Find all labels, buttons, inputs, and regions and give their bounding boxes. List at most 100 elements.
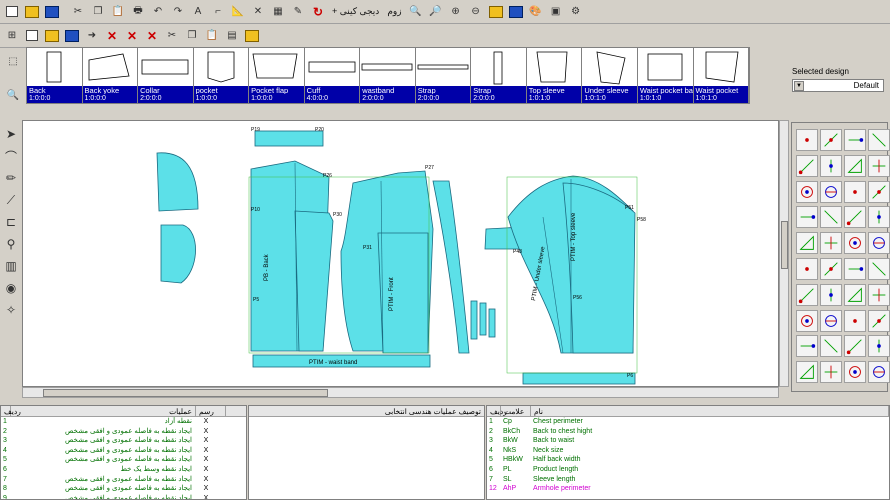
geometry-tool-icon[interactable] [796, 180, 818, 203]
geometry-tool-icon[interactable] [796, 257, 818, 280]
geometry-tool-icon[interactable] [820, 129, 842, 151]
piece-card[interactable]: pocket 1:0:0:0 [193, 48, 250, 103]
zoom-window-icon[interactable]: ⊖ [467, 3, 485, 21]
notch-icon[interactable]: ⊏ [2, 213, 20, 231]
geometry-tool-icon[interactable] [868, 335, 890, 358]
variable-row[interactable]: 5 HBkW Half back width [487, 455, 889, 465]
geometry-tool-icon[interactable] [796, 232, 818, 255]
frame-icon[interactable] [23, 27, 41, 45]
settings-icon[interactable]: ⚙ [567, 3, 585, 21]
delete-icon[interactable]: ✕ [103, 27, 121, 45]
geometry-tool-icon[interactable] [820, 180, 842, 203]
pen-icon[interactable]: ✎ [289, 3, 307, 21]
grid-icon[interactable]: ▦ [269, 3, 287, 21]
piece-card[interactable]: Waist pocket bag 1:0:1:0 [637, 48, 694, 103]
intersect-icon[interactable]: ✕ [249, 3, 267, 21]
geometry-tool-icon[interactable] [868, 180, 890, 203]
geometry-tool-icon[interactable] [844, 129, 866, 151]
scroll-thumb[interactable] [43, 389, 328, 397]
geometry-tool-icon[interactable] [868, 361, 890, 384]
geometry-tool-icon[interactable] [796, 206, 818, 229]
geometry-tool-icon[interactable] [820, 206, 842, 229]
piece-card[interactable]: Top sleeve 1:0:1:0 [526, 48, 583, 103]
save-piece-icon[interactable] [63, 27, 81, 45]
piece-card[interactable]: Strap 2:0:0:0 [471, 48, 527, 103]
geometry-tool-icon[interactable] [868, 129, 890, 151]
clear-icon[interactable]: ✕ [143, 27, 161, 45]
geometry-tool-icon[interactable] [868, 232, 890, 255]
print-icon[interactable]: 🖶 [129, 3, 147, 21]
geometry-tool-icon[interactable] [868, 206, 890, 229]
variable-row[interactable]: 6 PL Product length [487, 465, 889, 475]
knife-icon[interactable]: ⟋ [2, 191, 20, 209]
variable-row[interactable]: 4 NkS Neck size [487, 446, 889, 456]
calc-icon[interactable]: ▤ [223, 27, 241, 45]
curve-icon[interactable]: ⌒ [2, 147, 20, 165]
geometry-tool-icon[interactable] [796, 283, 818, 306]
geometry-tool-icon[interactable] [868, 283, 890, 306]
design-select[interactable]: ▼ Default [792, 79, 884, 92]
geometry-tool-icon[interactable] [844, 232, 866, 255]
horizontal-scrollbar[interactable] [22, 387, 779, 398]
scroll-thumb[interactable] [781, 221, 788, 269]
open-icon[interactable] [43, 27, 61, 45]
copy-piece-icon[interactable]: ❐ [183, 27, 201, 45]
text-icon[interactable]: A [189, 3, 207, 21]
geometry-tool-icon[interactable] [844, 361, 866, 384]
operation-row[interactable]: 9 ایجاد نقطه به فاصله عمودی و افقی مشخص X [1, 494, 246, 499]
operation-row[interactable]: 4 ایجاد نقطه به فاصله عمودی و افقی مشخص X [1, 446, 246, 456]
piece-card[interactable]: Back yoke 1:0:0:0 [82, 48, 139, 103]
geometry-tool-icon[interactable] [820, 309, 842, 332]
geometry-tool-icon[interactable] [796, 335, 818, 358]
paint-icon[interactable]: ◉ [2, 279, 20, 297]
pointer-icon[interactable]: ➤ [2, 125, 20, 143]
piece-card[interactable]: Strap 2:0:0:0 [415, 48, 472, 103]
geometry-tool-icon[interactable] [796, 309, 818, 332]
geometry-tool-icon[interactable] [796, 129, 818, 151]
paste-piece-icon[interactable]: 📋 [203, 27, 221, 45]
drawing-canvas[interactable]: P19 P20 P26 P27 P30 P31 P58 P51 P10 P5 P… [22, 120, 779, 387]
zoom-out-icon[interactable]: 🔎 [427, 3, 445, 21]
geometry-tool-icon[interactable] [844, 309, 866, 332]
arrow-right-icon[interactable]: ➜ [83, 27, 101, 45]
geometry-tool-icon[interactable] [868, 257, 890, 280]
corner-icon[interactable]: ⌐ [209, 3, 227, 21]
undo-icon[interactable]: ↶ [149, 3, 167, 21]
layer-icon[interactable] [487, 3, 505, 21]
zoom-in-icon[interactable]: 🔍 [407, 3, 425, 21]
piece-card[interactable]: Cuff 4:0:0:0 [304, 48, 361, 103]
operation-row[interactable]: 6 ایجاد نقطه وسط یک خط X [1, 465, 246, 475]
vertical-scrollbar[interactable] [779, 120, 789, 387]
variable-row[interactable]: 1 Cp Chest perimeter [487, 417, 889, 427]
cut-piece-icon[interactable]: ✂ [163, 27, 181, 45]
ruler-icon[interactable]: 📐 [229, 3, 247, 21]
paste-icon[interactable]: 📋 [109, 3, 127, 21]
chevron-down-icon[interactable]: ▼ [794, 81, 804, 91]
geometry-tool-icon[interactable] [820, 335, 842, 358]
operation-row[interactable]: 2 ایجاد نقطه به فاصله عمودی و افقی مشخص X [1, 427, 246, 437]
geometry-tool-icon[interactable] [820, 283, 842, 306]
operation-row[interactable]: 7 ایجاد نقطه به فاصله عمودی و افقی مشخص X [1, 475, 246, 485]
open-folder-icon[interactable] [23, 3, 41, 21]
operation-row[interactable]: 1 نقطه آزاد X [1, 417, 246, 427]
piece-card[interactable]: Back 1:0:0:0 [27, 48, 83, 103]
grade-icon[interactable] [507, 3, 525, 21]
geometry-tool-icon[interactable] [868, 154, 890, 177]
piece-card[interactable]: Pocket flap 1:0:0:0 [249, 48, 305, 103]
geometry-tool-icon[interactable] [820, 257, 842, 280]
geometry-tool-icon[interactable] [844, 335, 866, 358]
save-icon[interactable] [43, 3, 61, 21]
piece-tool-icon[interactable]: ⊞ [3, 27, 21, 45]
measure-icon[interactable]: ▥ [2, 257, 20, 275]
variable-row[interactable]: 3 BkW Back to waist [487, 436, 889, 446]
variable-row[interactable]: 2 BkCh Back to chest hight [487, 427, 889, 437]
zoom-label[interactable]: زوم [384, 6, 404, 17]
copy-icon[interactable]: ❐ [89, 3, 107, 21]
piece-card[interactable]: wastband 2:0:0:0 [360, 48, 416, 103]
variable-row[interactable]: 7 SL Sleeve length [487, 475, 889, 485]
tag-icon[interactable]: ✧ [2, 301, 20, 319]
geometry-tool-icon[interactable] [796, 361, 818, 384]
geometry-tool-icon[interactable] [844, 206, 866, 229]
piece-card[interactable]: Under sleeve 1:0:1:0 [582, 48, 638, 103]
rotate-icon[interactable]: ↻ [309, 3, 327, 21]
